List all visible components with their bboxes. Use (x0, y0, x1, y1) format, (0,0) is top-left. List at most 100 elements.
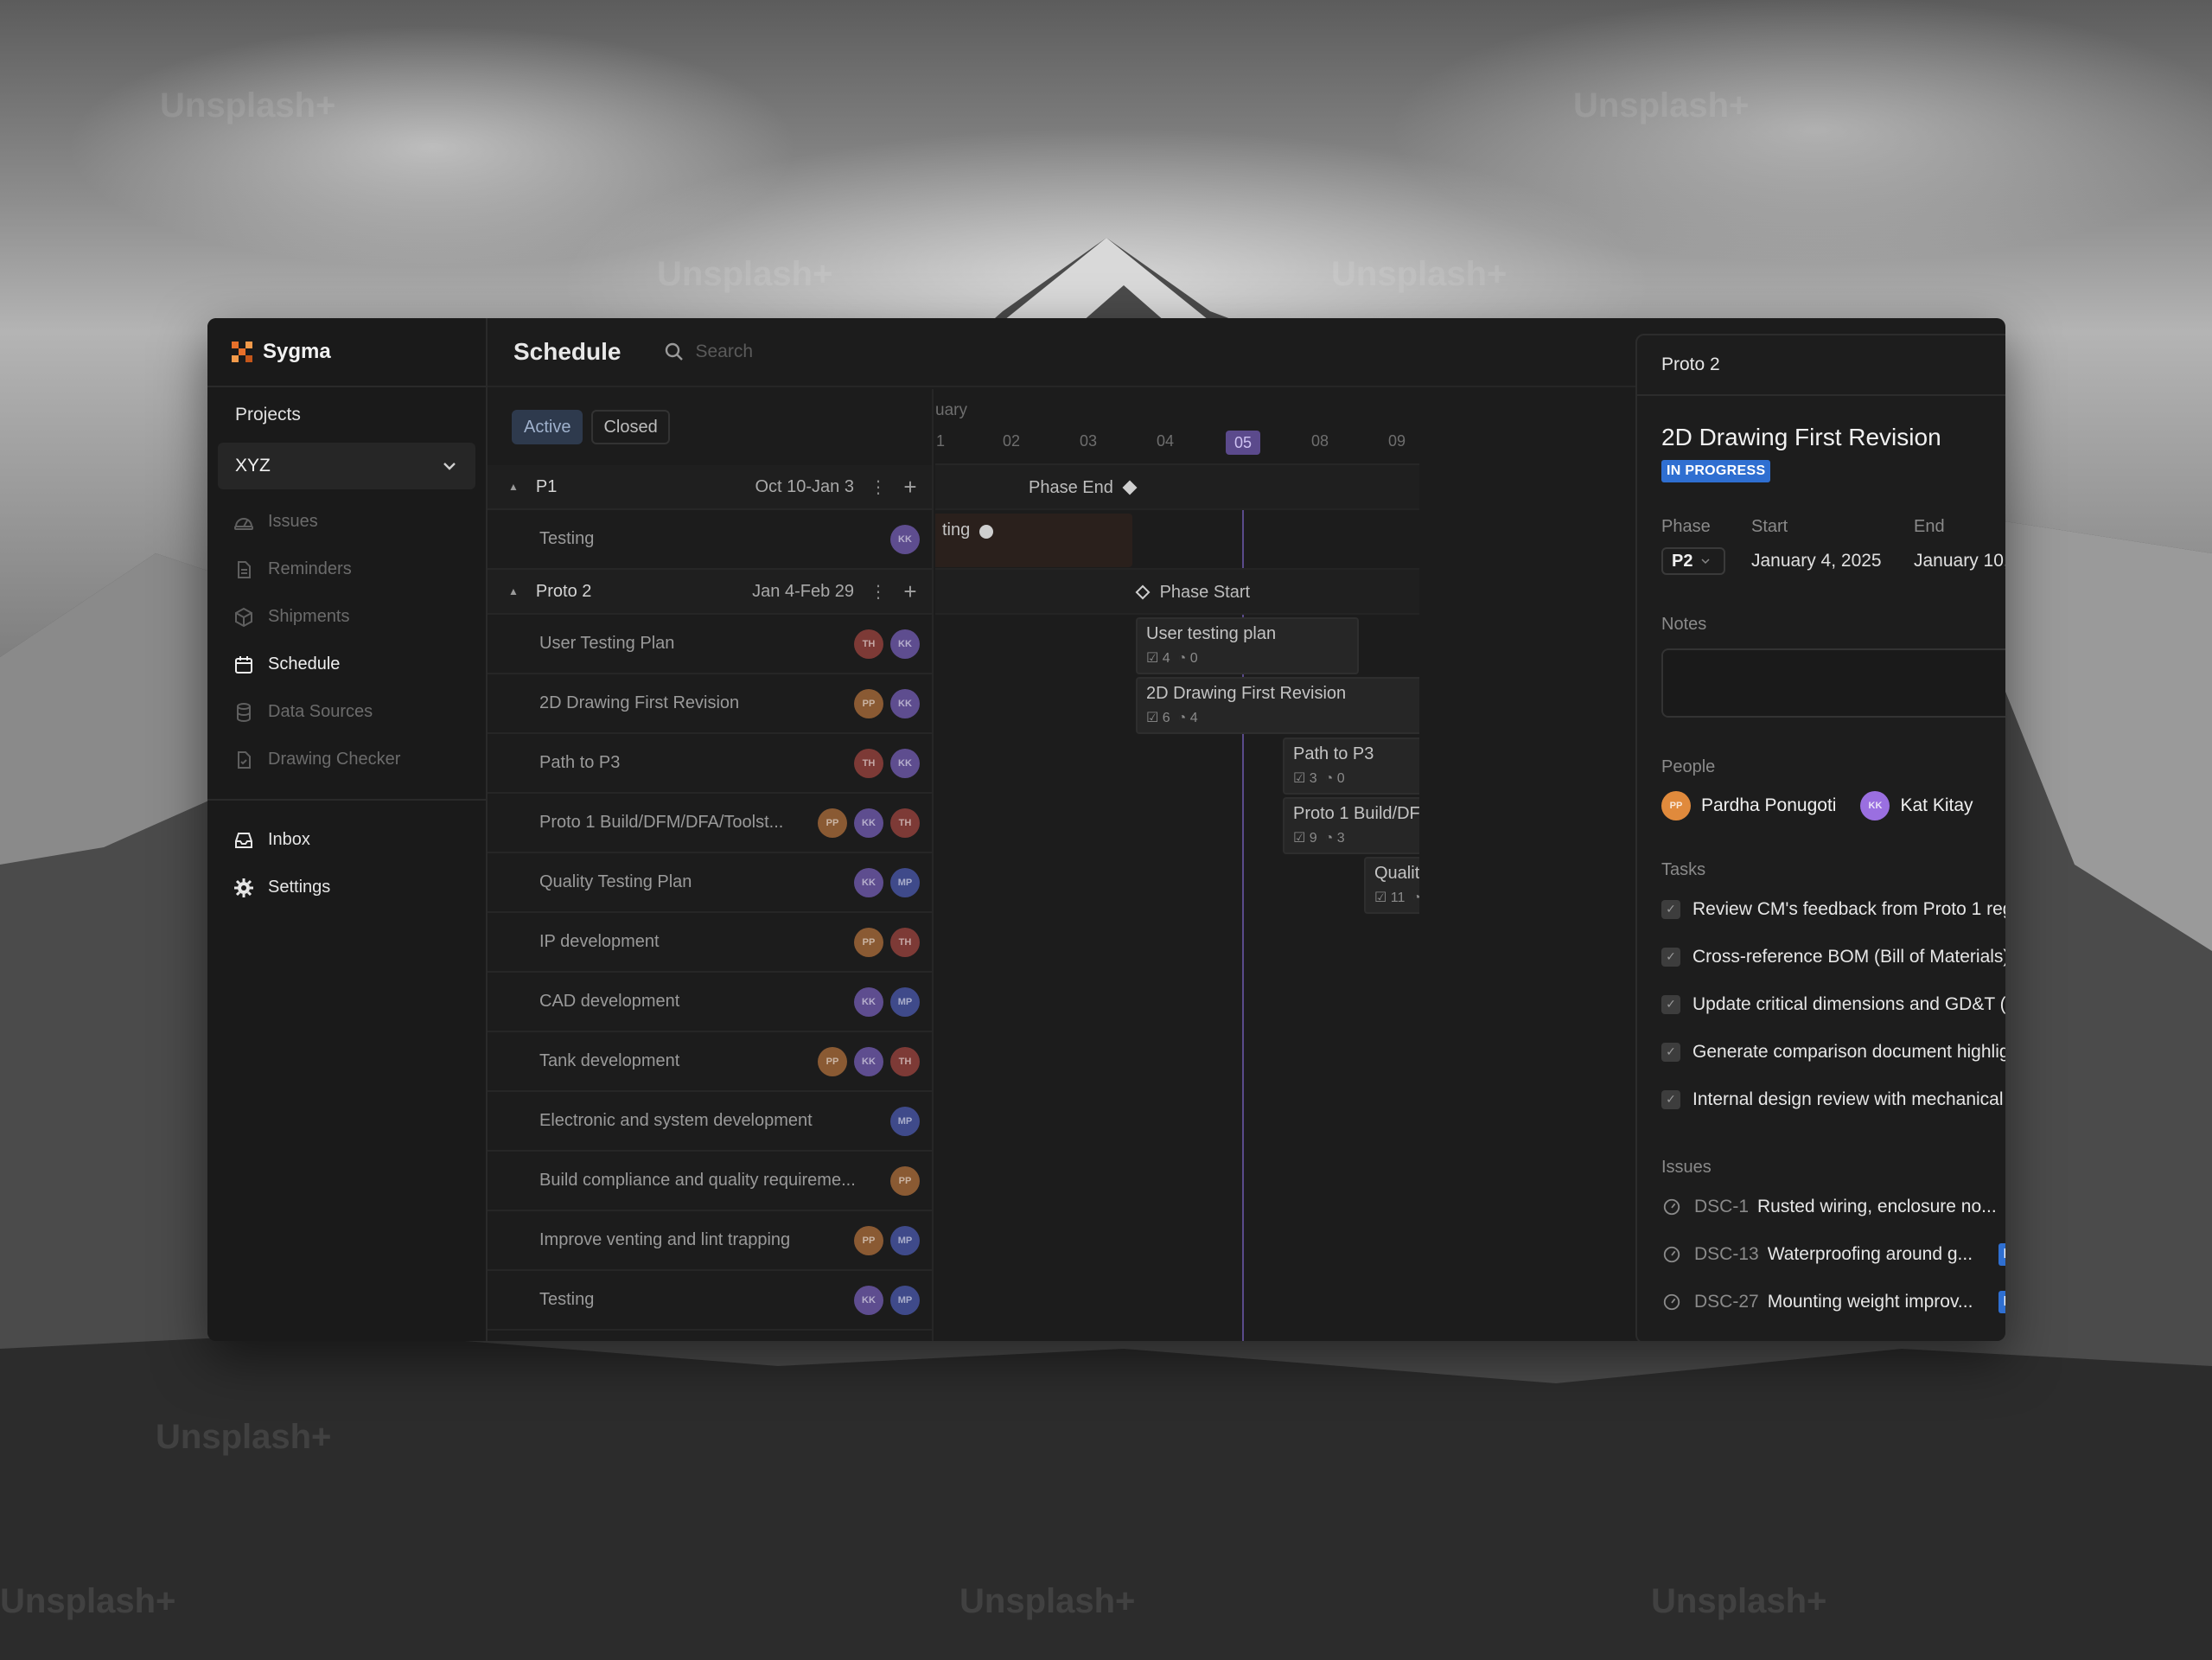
sidebar-item-issues[interactable]: Issues (207, 498, 486, 546)
avatar-group: PP MP (854, 1225, 920, 1255)
gantt-day-label: 03 (1079, 432, 1098, 450)
task-text: Update critical dimensions and GD&T (... (1692, 993, 2005, 1014)
gear-icon (233, 878, 254, 898)
task-item[interactable]: ✓ Review CM's feedback from Proto 1 regar… (1661, 885, 2005, 933)
task-item[interactable]: ✓ Update critical dimensions and GD&T (..… (1661, 980, 2005, 1028)
schedule-row[interactable]: Path to P3 TH KK (488, 734, 932, 794)
add-icon[interactable]: + (901, 578, 920, 605)
watermark: Unsplash+ (156, 1418, 332, 1456)
project-select[interactable]: XYZ (218, 443, 475, 489)
gantt-bar[interactable]: Quality ☑ 11 ◔ (1364, 857, 1419, 914)
inbox-icon (233, 830, 254, 851)
schedule-row[interactable]: Build compliance and quality requireme..… (488, 1152, 932, 1211)
checkbox[interactable]: ✓ (1661, 1042, 1680, 1062)
checkbox[interactable]: ✓ (1661, 947, 1680, 967)
gantt-bar[interactable]: Proto 1 Build/DFM ☑ 9 ◔ 3 (1283, 797, 1419, 854)
filter-active-button[interactable]: Active (512, 410, 583, 444)
detail-panel: Proto 2 2D Drawing First Revision IN PRO… (1635, 334, 2005, 1341)
checkbox[interactable]: ✓ (1661, 1089, 1680, 1109)
sidebar-item-reminders[interactable]: Reminders (207, 546, 486, 593)
schedule-group-row[interactable]: ▲ Proto 2 Jan 4-Feb 29 ⋮ + (488, 570, 932, 615)
issue-item[interactable]: DSC-13 Waterproofing around g... IN PROGRE… (1661, 1230, 2005, 1278)
issue-item[interactable]: DSC-27 Mounting weight improv... IN PROGRE… (1661, 1278, 2005, 1325)
schedule-row[interactable]: 2D Drawing First Revision PP KK (488, 674, 932, 734)
checkbox[interactable]: ✓ (1661, 899, 1680, 919)
box-icon (233, 607, 254, 628)
avatar: TH (854, 629, 883, 659)
gantt-bar-title: 2D Drawing First Revision (1146, 684, 1347, 703)
search-input[interactable] (695, 342, 921, 362)
phase-start-label: Phase Start (1159, 583, 1251, 602)
person-name: Pardha Ponugoti (1701, 795, 1837, 815)
gantt-bar[interactable]: User testing plan ☑ 4 ◔ 0 (1136, 617, 1359, 674)
project-selected: XYZ (235, 456, 271, 476)
task-text: Generate comparison document highlightin… (1692, 1041, 2005, 1062)
add-icon[interactable]: + (901, 474, 920, 501)
group-dates: Oct 10-Jan 3 (755, 476, 854, 496)
sidebar-item-shipments[interactable]: Shipments (207, 593, 486, 641)
task-item[interactable]: ✓ Generate comparison document highlighti… (1661, 1028, 2005, 1076)
sidebar-item-settings[interactable]: Settings (207, 864, 486, 911)
schedule-row[interactable]: CAD development KK MP (488, 973, 932, 1032)
notes-input[interactable] (1661, 648, 2005, 718)
schedule-group-row[interactable]: ▲ P1 Oct 10-Jan 3 ⋮ + (488, 465, 932, 510)
schedule-row[interactable]: Improve venting and lint trapping PP MP (488, 1211, 932, 1271)
sidebar: Sygma Projects XYZ Issues Reminders Ship… (207, 318, 488, 1341)
caret-up-icon[interactable]: ▲ (508, 585, 519, 597)
avatar: TH (890, 1046, 920, 1076)
schedule-row[interactable]: User Testing Plan TH KK (488, 615, 932, 674)
schedule-row[interactable]: Proto 1 Build/DFM/DFA/Toolst... PP KK TH (488, 794, 932, 853)
avatar: KK (854, 808, 883, 838)
watermark: Unsplash+ (1573, 86, 1750, 124)
gantt-bar-meta: ☑ 11 ◔ (1374, 891, 1419, 905)
status-badge: IN PROGRESS (1661, 460, 1771, 482)
task-item[interactable]: ✓ Internal design review with mechanical … (1661, 1076, 2005, 1123)
search-box[interactable] (664, 342, 921, 362)
sidebar-item-drawing-checker[interactable]: Drawing Checker (207, 736, 486, 783)
schedule-row[interactable]: IP development PP TH (488, 913, 932, 973)
issue-item[interactable]: DSC-1Rusted wiring, enclosure no...COMPL… (1661, 1183, 2005, 1230)
gantt-bar-title: Proto 1 Build/DFM (1293, 804, 1419, 823)
schedule-row[interactable]: Electronic and system development MP (488, 1092, 932, 1152)
avatar: MP (890, 986, 920, 1017)
gantt-bar[interactable]: Path to P3 ☑ 3 ◔ 0 (1283, 737, 1419, 795)
app-window: Sygma Projects XYZ Issues Reminders Ship… (207, 318, 2005, 1341)
person-chip[interactable]: PP Pardha Ponugoti (1661, 791, 1836, 820)
sidebar-item-schedule[interactable]: Schedule (207, 641, 486, 688)
row-name: Testing (539, 529, 595, 548)
gantt-day-label: 09 (1387, 432, 1406, 450)
gantt-phase-end[interactable]: Phase End (1029, 478, 1138, 498)
status-badge: IN PROGRESS (1998, 1290, 2005, 1313)
more-icon[interactable]: ⋮ (870, 581, 887, 603)
checkbox[interactable]: ✓ (1661, 994, 1680, 1014)
avatar: KK (854, 867, 883, 897)
sidebar-divider (207, 799, 486, 801)
issue-text: Mounting weight improv... (1767, 1291, 1973, 1312)
gantt-bar-testing[interactable]: ting (935, 514, 1132, 567)
filter-closed-button[interactable]: Closed (591, 410, 670, 444)
sidebar-item-label: Inbox (268, 830, 310, 849)
gantt-phase-start[interactable]: Phase Start (1135, 583, 1251, 603)
schedule-row[interactable]: Testing KK (488, 510, 932, 570)
brand[interactable]: Sygma (207, 318, 486, 387)
sidebar-item-inbox[interactable]: Inbox (207, 816, 486, 864)
task-text: Cross-reference BOM (Bill of Materials) … (1692, 946, 2005, 967)
gantt-day-label: 02 (1002, 432, 1021, 450)
schedule-row[interactable]: Quality Testing Plan KK MP (488, 853, 932, 913)
avatar: KK (890, 688, 920, 718)
sidebar-item-data-sources[interactable]: Data Sources (207, 688, 486, 736)
caret-up-icon[interactable]: ▲ (508, 481, 519, 493)
schedule-row[interactable]: Tank development PP KK TH (488, 1032, 932, 1092)
group-name: P1 (535, 476, 558, 496)
gantt-bar[interactable]: 2D Drawing First Revision ☑ 6 ◔ 4 (1136, 677, 1419, 734)
schedule-row[interactable]: Testing KK MP (488, 1271, 932, 1331)
sidebar-item-label: Issues (268, 512, 318, 531)
more-icon[interactable]: ⋮ (870, 476, 887, 498)
watermark: Unsplash+ (1651, 1582, 1827, 1620)
phase-select[interactable]: P2 (1661, 547, 1725, 575)
task-item[interactable]: ✓ Cross-reference BOM (Bill of Materials)… (1661, 933, 2005, 980)
person-chip[interactable]: KK Kat Kitay (1860, 791, 1973, 820)
issues-label: Issues (1661, 1158, 1712, 1177)
gantt-chart: uary 1 02 03 04 05 08 09 Phase End ting (935, 389, 1419, 1341)
gantt-bar-meta: ☑ 3 ◔ 0 (1293, 771, 1345, 786)
